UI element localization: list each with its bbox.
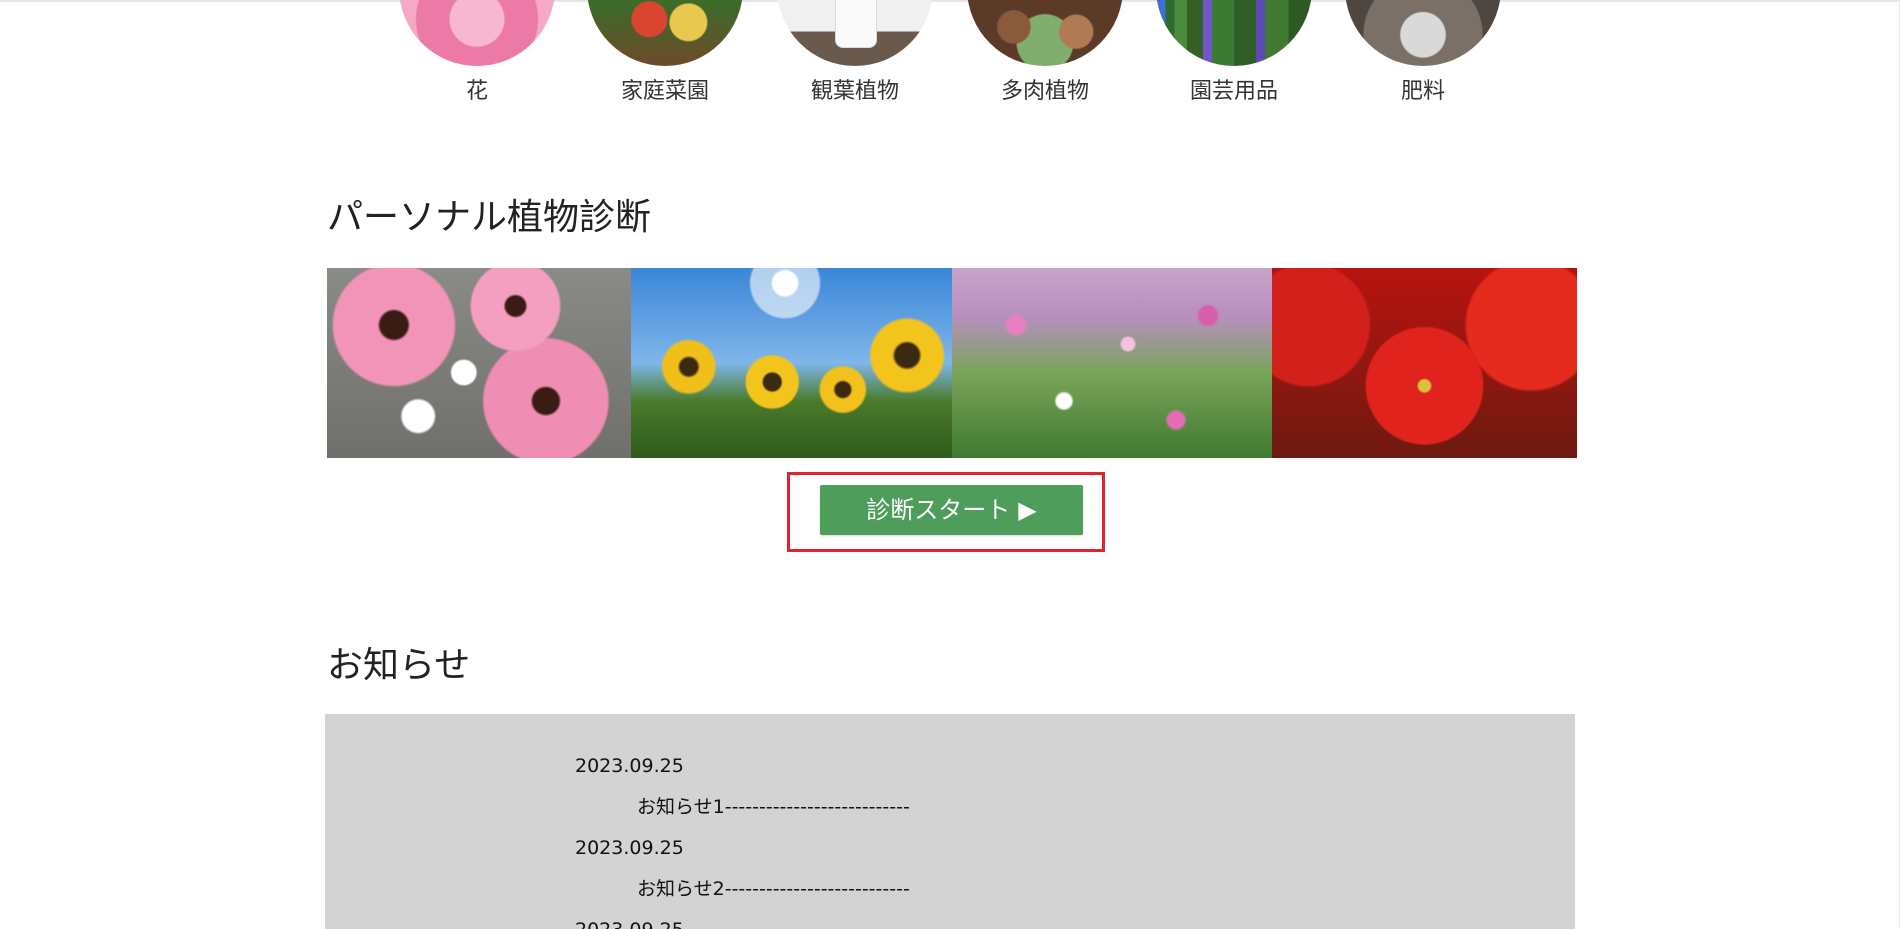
category-label[interactable]: 園芸用品 bbox=[1149, 78, 1319, 106]
play-icon: ▶ bbox=[1018, 496, 1037, 524]
category-label[interactable]: 肥料 bbox=[1338, 78, 1508, 106]
cosmos-image bbox=[952, 268, 1272, 458]
start-diagnosis-button[interactable]: 診断スタート ▶ bbox=[820, 485, 1083, 535]
category-succulents[interactable]: 多肉植物 bbox=[960, 0, 1130, 106]
foliage-plant-image[interactable] bbox=[777, 0, 933, 66]
category-label[interactable]: 花 bbox=[392, 78, 562, 106]
category-label[interactable]: 多肉植物 bbox=[960, 78, 1130, 106]
succulent-image[interactable] bbox=[967, 0, 1123, 66]
diagnosis-title: パーソナル植物診断 bbox=[327, 197, 652, 238]
category-flower[interactable]: 花 bbox=[392, 0, 562, 106]
category-label[interactable]: 家庭菜園 bbox=[580, 78, 750, 106]
page: 花 家庭菜園 観葉植物 多肉植物 園芸用品 肥料 パーソナル植物診断 診断スター… bbox=[0, 0, 1900, 929]
category-garden-supplies[interactable]: 園芸用品 bbox=[1149, 0, 1319, 106]
category-label[interactable]: 観葉植物 bbox=[770, 78, 940, 106]
news-date: 2023.09.25 bbox=[575, 837, 684, 859]
news-item-link[interactable]: お知らせ1--------------------------- bbox=[575, 795, 910, 819]
category-foliage-plants[interactable]: 観葉植物 bbox=[770, 0, 940, 106]
news-item-link[interactable]: お知らせ2--------------------------- bbox=[575, 877, 910, 901]
news-list: 2023.09.25 お知らせ1------------------------… bbox=[575, 754, 910, 929]
gerbera-image bbox=[327, 268, 631, 458]
category-fertilizer[interactable]: 肥料 bbox=[1338, 0, 1508, 106]
diagnosis-banner bbox=[327, 268, 1577, 458]
garden-supplies-image[interactable] bbox=[1156, 0, 1312, 66]
news-box: 2023.09.25 お知らせ1------------------------… bbox=[325, 714, 1575, 929]
poinsettia-image bbox=[1272, 268, 1577, 458]
flower-image[interactable] bbox=[399, 0, 555, 66]
sunflower-image bbox=[631, 268, 952, 458]
news-date: 2023.09.25 bbox=[575, 918, 910, 929]
pot-shape bbox=[835, 0, 877, 48]
news-title: お知らせ bbox=[327, 645, 471, 686]
fertilizer-image[interactable] bbox=[1345, 0, 1501, 66]
news-date: 2023.09.25 bbox=[575, 755, 684, 777]
start-button-label: 診断スタート bbox=[866, 496, 1011, 524]
category-vegetable-garden[interactable]: 家庭菜園 bbox=[580, 0, 750, 106]
vegetable-image[interactable] bbox=[587, 0, 743, 66]
